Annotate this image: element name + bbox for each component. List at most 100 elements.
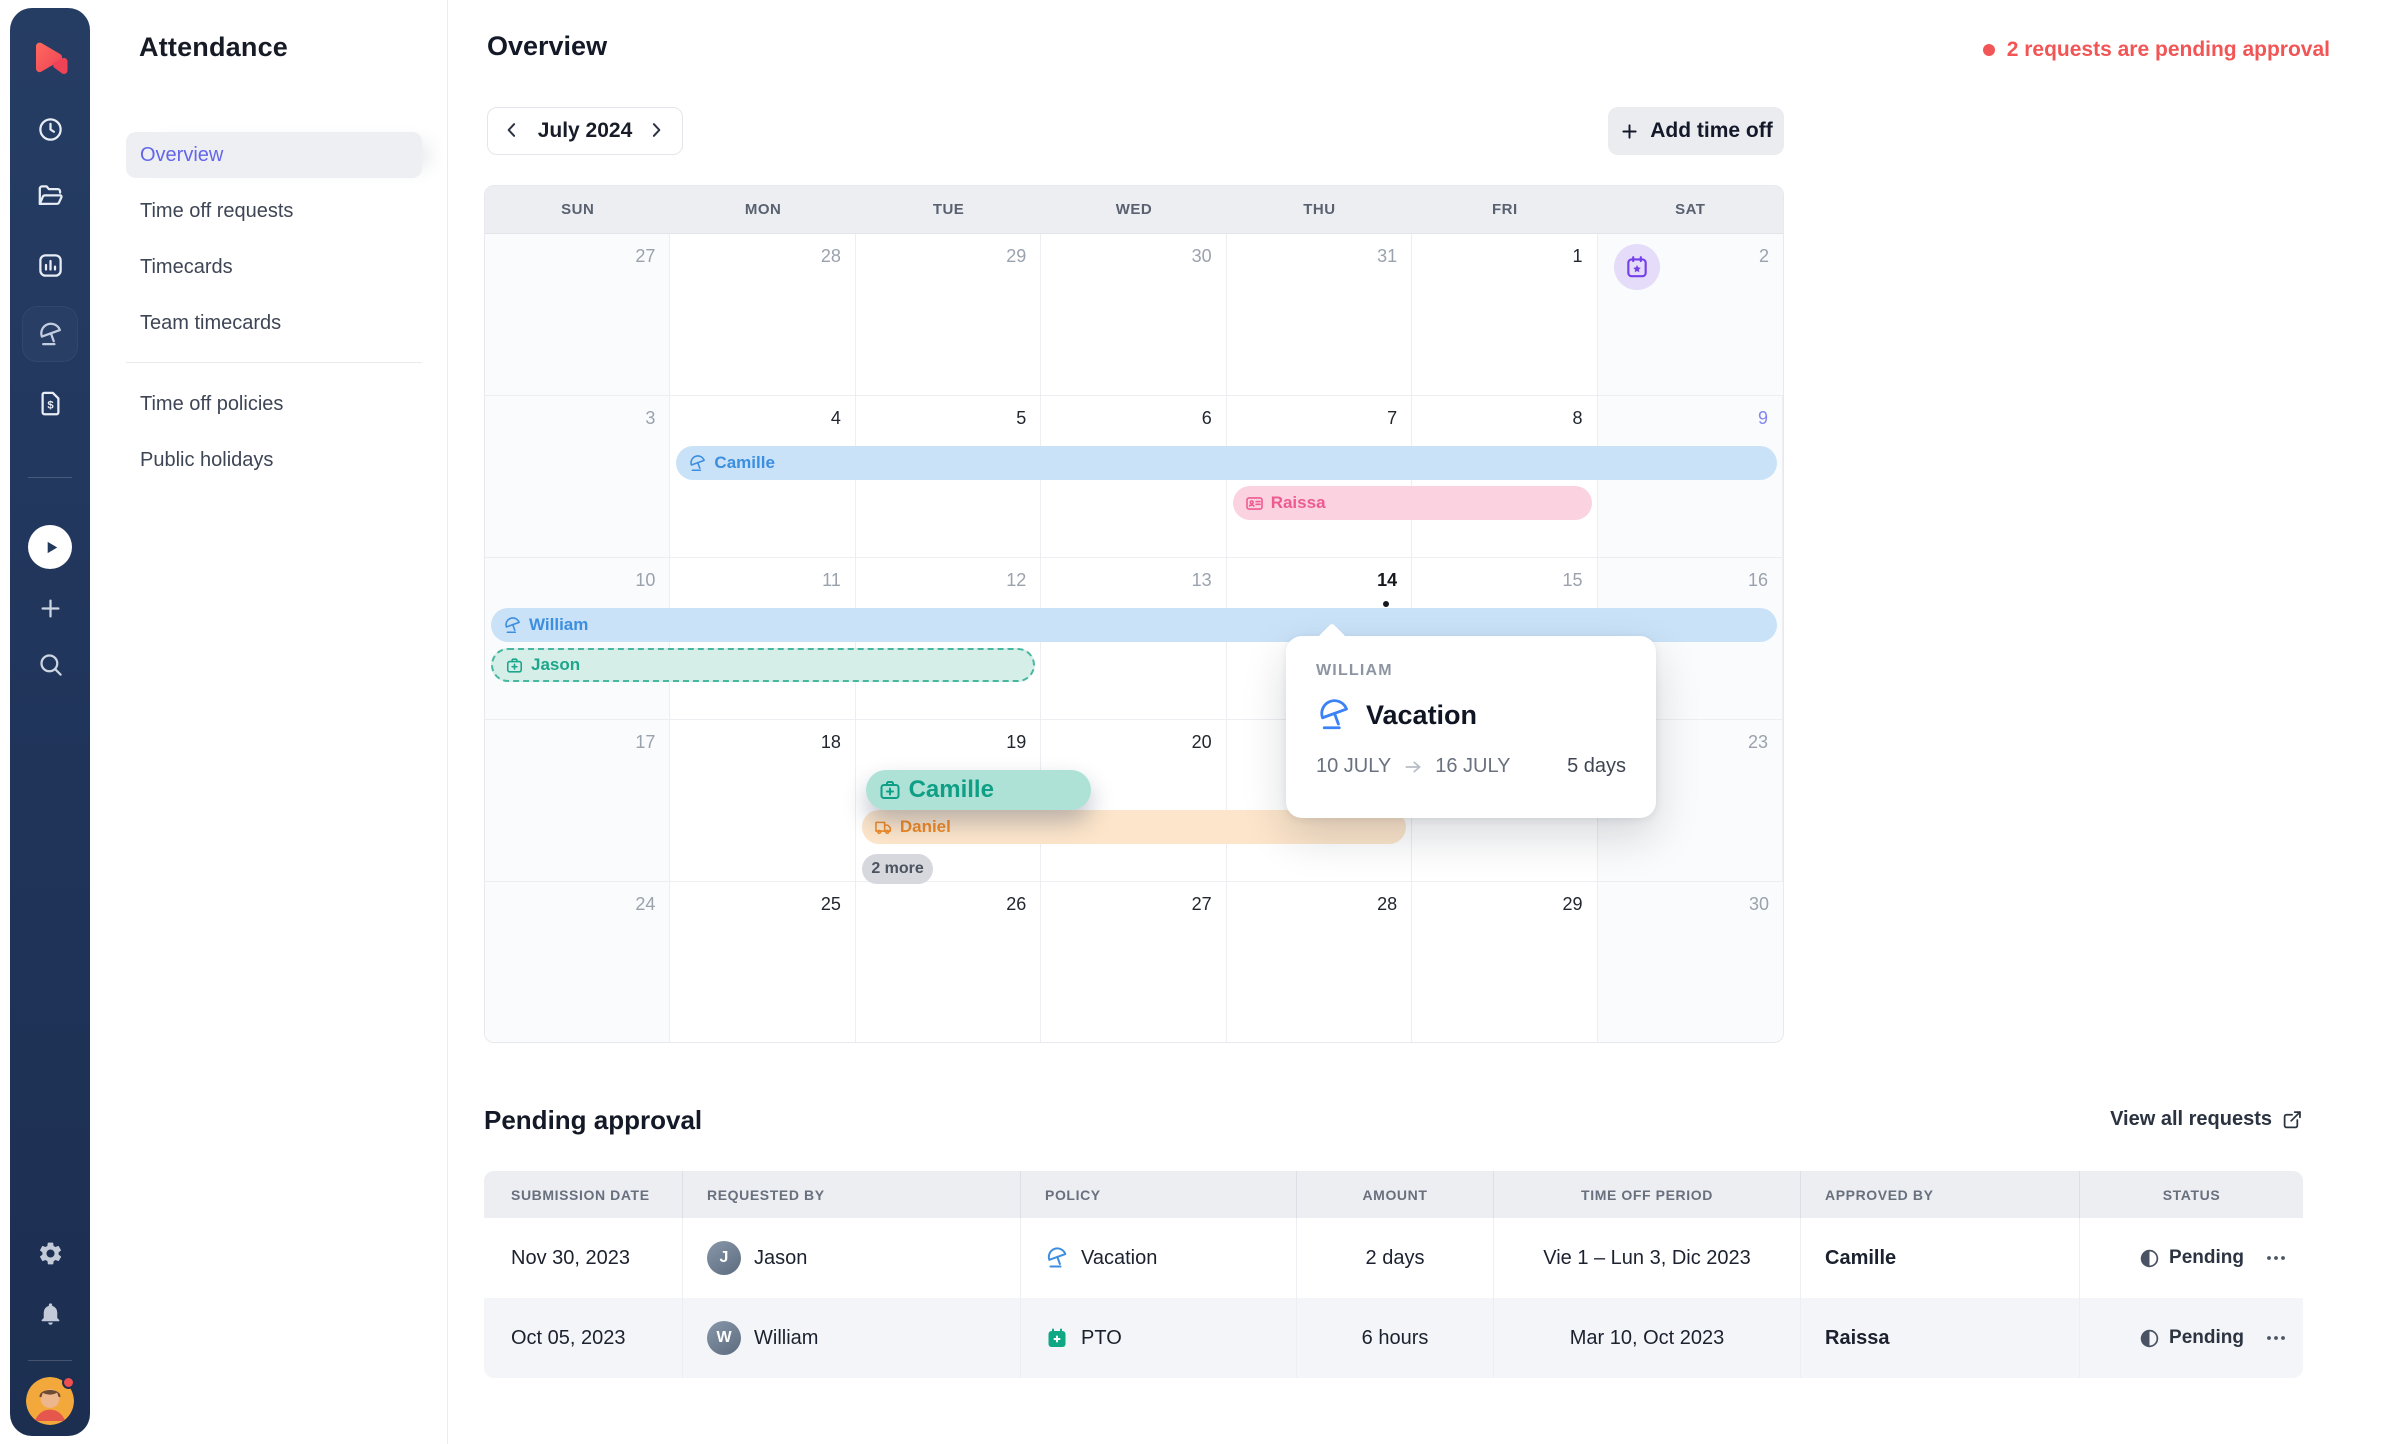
calendar-cell[interactable]: 30 [1598, 882, 1783, 1043]
calendar-cell[interactable]: 3 [485, 396, 670, 558]
column-header-submission-date[interactable]: SUBMISSION DATE [484, 1171, 682, 1218]
sidebar-item-team-timecards[interactable]: Team timecards [126, 300, 422, 346]
tooltip-policy: Vacation [1366, 700, 1477, 731]
date-number: 30 [1192, 246, 1212, 267]
date-number: 27 [1192, 894, 1212, 915]
table-row[interactable]: Oct 05, 2023WWilliamPTO6 hoursMar 10, Oc… [484, 1298, 2303, 1378]
app-window: $ Attendance OverviewTime off requestsTi… [0, 0, 2401, 1444]
event-label: 2 more [871, 860, 923, 878]
calendar-cell[interactable]: 2 [1598, 234, 1783, 396]
row-actions-menu[interactable] [2259, 1321, 2293, 1355]
medical-case-icon [505, 656, 524, 675]
date-number: 5 [1016, 408, 1026, 429]
id-card-icon [1245, 494, 1264, 513]
date-number: 16 [1748, 570, 1768, 591]
event-label: Raissa [1271, 493, 1326, 513]
timeoff-event-raissa[interactable]: Raissa [1233, 486, 1592, 520]
date-number: 31 [1377, 246, 1397, 267]
sidebar-item-timecards[interactable]: Timecards [126, 244, 422, 290]
date-number: 11 [822, 570, 841, 591]
calendar-cell[interactable]: 31 [1227, 234, 1412, 396]
next-month-button[interactable] [646, 120, 668, 142]
cell-policy: Vacation [1020, 1218, 1296, 1298]
date-number: 6 [1202, 408, 1212, 429]
calendar-cell[interactable]: 29 [1412, 882, 1597, 1043]
clock-icon[interactable] [28, 107, 72, 151]
date-number: 15 [1563, 570, 1583, 591]
svg-text:$: $ [47, 399, 54, 411]
calendar-cell[interactable]: 26 [856, 882, 1041, 1043]
gear-icon[interactable] [28, 1231, 72, 1275]
pending-icon [2139, 1248, 2160, 1269]
date-number: 13 [1192, 570, 1212, 591]
external-link-icon [2282, 1109, 2303, 1130]
arrow-right-icon [1403, 757, 1423, 777]
date-number: 28 [821, 246, 841, 267]
day-header-sun: SUN [485, 186, 670, 233]
add-time-off-button[interactable]: Add time off [1608, 107, 1784, 155]
prev-month-button[interactable] [502, 120, 524, 142]
timeoff-event-jason[interactable]: Jason [491, 648, 1035, 682]
play-icon[interactable] [28, 525, 72, 569]
sidebar-item-time-off-requests[interactable]: Time off requests [126, 188, 422, 234]
column-header-status: STATUS [2079, 1171, 2303, 1218]
beach-umbrella-icon [1316, 697, 1352, 733]
calendar-cell[interactable]: 28 [1227, 882, 1412, 1043]
timeoff-event-camille[interactable]: Camille [676, 446, 1777, 480]
calendar-cell[interactable]: 30 [1041, 234, 1226, 396]
page-title: Overview [487, 31, 607, 62]
cell-requested-by: JJason [682, 1218, 1020, 1298]
sidebar-item-overview[interactable]: Overview [126, 132, 422, 178]
calendar-cell[interactable]: 27 [1041, 882, 1226, 1043]
requester-name: William [754, 1327, 818, 1350]
beach-umbrella-icon[interactable] [22, 306, 78, 362]
month-navigator: July 2024 [487, 107, 683, 155]
nav-divider [126, 362, 422, 363]
plus-icon[interactable] [28, 586, 72, 630]
calendar-cell[interactable]: 27 [485, 234, 670, 396]
beach-umbrella-icon [688, 454, 707, 473]
calendar-week-row: 27 28 29 30 31 12 [485, 234, 1783, 396]
bell-icon[interactable] [28, 1291, 72, 1335]
date-number: 30 [1749, 894, 1769, 915]
app-logo-icon[interactable] [28, 36, 72, 80]
invoice-icon[interactable]: $ [28, 381, 72, 425]
pending-approval-table: SUBMISSION DATEREQUESTED BYPOLICYAMOUNTT… [484, 1171, 2303, 1378]
calendar-cell[interactable]: 25 [670, 882, 855, 1043]
status-label: Pending [2169, 1247, 2244, 1269]
calendar-cell[interactable]: 28 [670, 234, 855, 396]
public-holiday-icon[interactable] [1614, 244, 1660, 290]
more-events-chip[interactable]: 2 more [862, 854, 933, 884]
cell-submission-date: Oct 05, 2023 [484, 1298, 682, 1378]
calendar-cell[interactable]: 24 [485, 882, 670, 1043]
day-header-wed: WED [1041, 186, 1226, 233]
view-all-requests-link[interactable]: View all requests [2104, 1108, 2303, 1131]
event-tooltip: WILLIAM Vacation 10 JULY 16 JULY 5 days [1286, 636, 1656, 818]
sidebar-item-public-holidays[interactable]: Public holidays [126, 437, 422, 483]
row-actions-menu[interactable] [2259, 1241, 2293, 1275]
cell-policy: PTO [1020, 1298, 1296, 1378]
beach-umbrella-icon [503, 616, 522, 635]
calendar-cell[interactable]: 17 [485, 720, 670, 882]
date-number: 18 [821, 732, 841, 753]
day-header-thu: THU [1227, 186, 1412, 233]
cell-period: Vie 1 – Lun 3, Dic 2023 [1493, 1218, 1800, 1298]
column-header-policy: POLICY [1020, 1171, 1296, 1218]
user-avatar[interactable] [26, 1377, 74, 1425]
date-number: 1 [1573, 246, 1583, 267]
sidebar-item-time-off-policies[interactable]: Time off policies [126, 381, 422, 427]
folder-icon[interactable] [28, 174, 72, 218]
search-icon[interactable] [28, 642, 72, 686]
cell-amount: 2 days [1296, 1218, 1493, 1298]
status-label: Pending [2169, 1327, 2244, 1349]
calendar-cell[interactable]: 18 [670, 720, 855, 882]
calendar-cell[interactable]: 1 [1412, 234, 1597, 396]
requester-name: Jason [754, 1247, 807, 1270]
date-number: 20 [1192, 732, 1212, 753]
table-row[interactable]: Nov 30, 2023JJasonVacation2 daysVie 1 – … [484, 1218, 2303, 1298]
plus-icon [1619, 121, 1640, 142]
calendar-cell[interactable]: 29 [856, 234, 1041, 396]
bar-chart-icon[interactable] [28, 243, 72, 287]
timeoff-event-camille[interactable]: Camille [866, 770, 1091, 810]
tooltip-end-date: 16 JULY [1435, 755, 1510, 778]
